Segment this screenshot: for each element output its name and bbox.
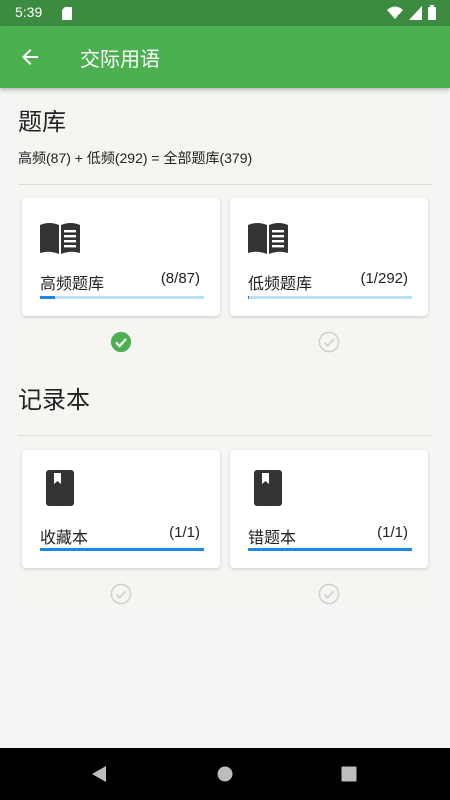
battery-icon [428,5,436,20]
card-count: (1/1) [377,524,408,541]
card-name: 收藏本 [40,528,89,547]
open-book-icon [248,223,288,254]
progress-bar [40,296,204,299]
check-circle-icon[interactable] [110,331,132,353]
content-area: 题库 高频(87) + 低频(292) = 全部题库(379) 高频题库 (8/… [18,88,432,606]
progress-bar [248,548,412,551]
status-time: 5:39 [15,4,43,20]
question-bank-summary: 高频(87) + 低频(292) = 全部题库(379) [18,150,253,166]
high-frequency-bank-card[interactable]: 高频题库 (8/87) [22,198,220,316]
nav-recents-icon[interactable] [340,764,358,784]
question-bank-heading: 题库 [18,108,66,136]
open-book-icon [40,223,80,254]
status-bar: 5:39 [0,0,450,26]
nav-home-icon[interactable] [216,764,234,784]
nav-back-icon[interactable] [90,764,108,784]
back-arrow-icon[interactable] [18,45,42,69]
progress-fill [40,296,56,299]
check-circle-icon[interactable] [110,583,132,605]
check-circle-icon[interactable] [318,331,340,353]
check-circle-icon[interactable] [318,583,340,605]
card-count: (8/87) [160,270,200,287]
app-bar: 交际用语 [0,26,450,88]
wifi-icon [387,6,403,20]
sd-card-icon [62,7,72,20]
wrong-answers-card[interactable]: 错题本 (1/1) [230,450,428,568]
card-name: 错题本 [248,528,297,547]
bookmark-icon [46,470,74,506]
progress-fill [40,548,204,551]
progress-fill [248,548,412,551]
status-icons [387,5,436,20]
bookmark-icon [254,470,282,506]
progress-bar [40,548,204,551]
system-nav-bar [0,748,450,800]
card-count: (1/1) [169,524,200,541]
progress-bar [248,296,412,299]
page-title: 交际用语 [80,49,160,71]
card-count: (1/292) [360,270,408,287]
favorites-card[interactable]: 收藏本 (1/1) [22,450,220,568]
divider [18,435,432,436]
card-name: 高频题库 [40,274,105,293]
signal-icon [409,5,422,20]
notebook-heading: 记录本 [18,386,90,414]
divider [18,184,432,185]
card-name: 低频题库 [248,274,313,293]
low-frequency-bank-card[interactable]: 低频题库 (1/292) [230,198,428,316]
